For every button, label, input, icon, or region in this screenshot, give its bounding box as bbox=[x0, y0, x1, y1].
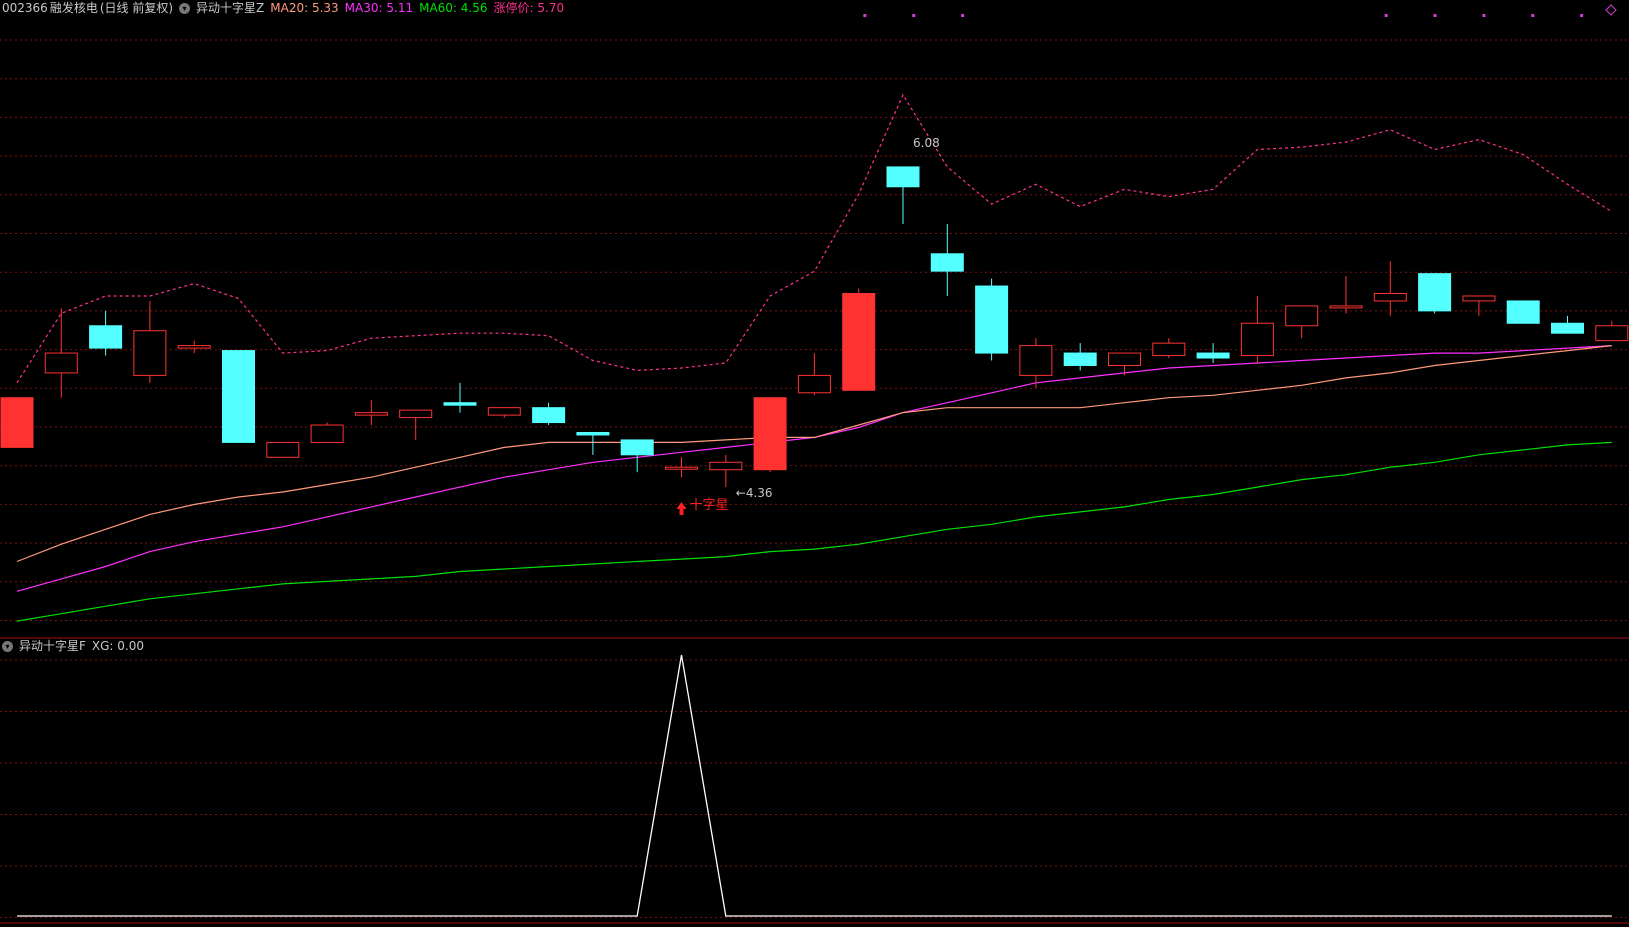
candle-body bbox=[266, 441, 300, 458]
candle-body bbox=[842, 292, 876, 391]
candle-body bbox=[1418, 273, 1452, 312]
candle-body bbox=[753, 397, 787, 471]
candle-body bbox=[44, 352, 78, 374]
candle-body bbox=[1551, 322, 1584, 334]
signal-label: 十字星 bbox=[690, 498, 729, 513]
candle-body bbox=[1196, 352, 1230, 359]
price-chart[interactable]: 6.08 ←4.36 十字星 bbox=[0, 0, 1629, 927]
candle-body bbox=[975, 285, 1009, 354]
candle-body bbox=[1329, 305, 1363, 309]
candle-body bbox=[1152, 342, 1186, 357]
signal-marker bbox=[1482, 14, 1486, 17]
xg-line bbox=[17, 654, 1612, 917]
signal-marker bbox=[1580, 14, 1584, 17]
high-price-label: 6.08 bbox=[913, 136, 940, 150]
candle-body bbox=[797, 374, 831, 394]
candle-body bbox=[620, 439, 654, 456]
candle-body bbox=[1285, 305, 1319, 327]
candle-body bbox=[133, 330, 167, 376]
candle-body bbox=[1063, 352, 1097, 366]
candle-body bbox=[177, 345, 211, 349]
signal-marker bbox=[1384, 14, 1388, 17]
candle-body bbox=[399, 409, 433, 419]
candle-body bbox=[0, 397, 34, 448]
candle-body bbox=[1506, 300, 1540, 324]
candle-body bbox=[89, 325, 123, 349]
candle-body bbox=[709, 461, 743, 471]
candle-body bbox=[1462, 295, 1496, 302]
candle-body bbox=[886, 166, 920, 188]
candle-body bbox=[930, 253, 964, 272]
candle-body bbox=[1595, 325, 1629, 342]
diamond-icon bbox=[1605, 4, 1617, 16]
limit-price-line bbox=[16, 93, 1613, 384]
candle-body bbox=[354, 412, 388, 416]
candle-body bbox=[310, 424, 344, 443]
low-price-label: ←4.36 bbox=[736, 486, 773, 500]
signal-marker bbox=[1531, 14, 1535, 17]
signal-marker bbox=[1433, 14, 1437, 17]
candle-body bbox=[1240, 322, 1274, 357]
candle-body bbox=[1019, 345, 1053, 376]
candle-body bbox=[443, 402, 477, 406]
candle-body bbox=[1108, 352, 1141, 366]
candle-body bbox=[576, 431, 610, 436]
candle-body bbox=[222, 350, 255, 443]
candle-body bbox=[665, 466, 698, 470]
candle-body bbox=[532, 407, 566, 424]
candle-body bbox=[487, 407, 521, 416]
signal-marker bbox=[912, 14, 916, 17]
signal-marker bbox=[961, 14, 965, 17]
signal-marker bbox=[863, 14, 867, 17]
candle-body bbox=[1373, 292, 1407, 302]
